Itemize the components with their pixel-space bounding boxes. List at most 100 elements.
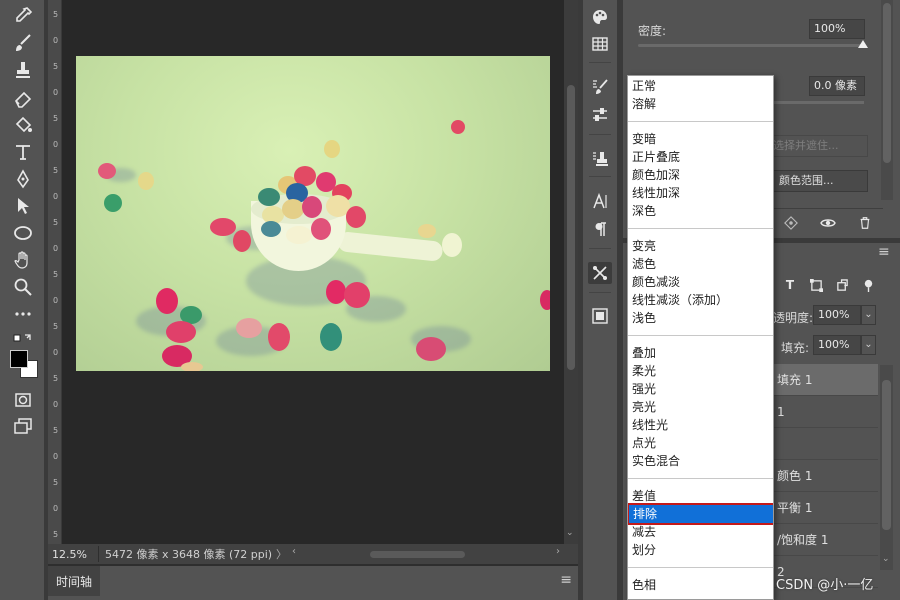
blend-mode-item[interactable]: 实色混合 — [628, 452, 773, 470]
density-slider[interactable] — [638, 44, 864, 47]
canvas-vertical-scrollbar[interactable]: ⌄ — [564, 0, 578, 544]
blend-mode-item[interactable]: 滤色 — [628, 255, 773, 273]
layer-filter-icons: T — [781, 276, 877, 294]
apply-mask-icon[interactable] — [781, 213, 801, 233]
vertical-ruler: 5 0 5 0 5 0 5 0 5 0 5 0 5 0 5 0 5 0 5 0 5 — [48, 0, 62, 544]
layer-row[interactable]: 颜色 1 — [773, 460, 878, 492]
selection-arrow-icon[interactable] — [10, 194, 36, 218]
properties-scroll-thumb[interactable] — [883, 3, 891, 163]
layer-row[interactable]: 填充 1 — [773, 364, 878, 396]
layer-row[interactable] — [773, 428, 878, 460]
layer-comps-icon[interactable] — [588, 305, 612, 327]
fill-input[interactable]: 100% — [813, 335, 861, 355]
select-and-mask-button[interactable]: 选择并遮住... — [766, 135, 868, 157]
type-icon[interactable] — [10, 140, 36, 164]
layers-menu-icon[interactable]: ≡ — [878, 244, 890, 260]
blend-mode-item[interactable]: 线性加深 — [628, 184, 773, 202]
eyedropper-icon[interactable] — [10, 4, 36, 28]
brush-settings-icon[interactable] — [588, 76, 612, 98]
character-icon[interactable] — [588, 190, 612, 212]
blend-mode-item[interactable]: 差值 — [628, 487, 773, 505]
color-range-button[interactable]: 颜色范围... — [766, 170, 868, 192]
vertical-scroll-thumb[interactable] — [567, 85, 575, 370]
color-palette-icon[interactable] — [588, 6, 612, 28]
smart-object-filter-icon[interactable] — [833, 276, 851, 294]
layer-row[interactable]: 1 — [773, 396, 878, 428]
opacity-input[interactable]: 100% — [813, 305, 861, 325]
brush-icon[interactable] — [10, 31, 36, 55]
layer-row[interactable]: /饱和度 1 — [773, 524, 878, 556]
swap-colors-icon[interactable] — [10, 332, 36, 346]
blend-mode-item[interactable]: 浅色 — [628, 309, 773, 327]
blend-mode-item[interactable]: 减去 — [628, 523, 773, 541]
blend-mode-item[interactable]: 叠加 — [628, 344, 773, 362]
clone-stamp-icon[interactable] — [10, 58, 36, 82]
blend-mode-item[interactable]: 划分 — [628, 541, 773, 559]
ruler-tick-label: 0 — [52, 88, 59, 97]
fill-label: 填充: — [781, 341, 810, 355]
shape-filter-icon[interactable] — [807, 276, 825, 294]
swatches-grid-icon[interactable] — [588, 33, 612, 55]
blend-mode-item[interactable]: 变亮 — [628, 237, 773, 255]
blend-mode-item[interactable]: 正片叠底 — [628, 148, 773, 166]
canvas-area[interactable] — [62, 0, 564, 544]
tab-timeline[interactable]: 时间轴 — [48, 566, 100, 596]
layers-scroll-thumb[interactable] — [882, 380, 891, 530]
blend-mode-item[interactable]: 颜色加深 — [628, 166, 773, 184]
blend-mode-dropdown[interactable]: 正常 溶解变暗 正片叠底 颜色加深 线性加深 深色变亮 滤色 颜色减淡 线性减淡（添加） 浅色叠加… — [627, 75, 774, 600]
blend-mode-item-selected[interactable]: 排除 — [628, 503, 773, 525]
blend-mode-item[interactable]: 强光 — [628, 380, 773, 398]
feather-slider[interactable] — [773, 101, 864, 104]
opacity-dropdown-arrow[interactable]: ⌄ — [861, 305, 876, 325]
clone-source-icon[interactable] — [588, 148, 612, 170]
blend-mode-item[interactable]: 正常 — [628, 77, 773, 95]
blend-mode-item[interactable]: 深色 — [628, 202, 773, 220]
filter-toggle-icon[interactable] — [859, 276, 877, 294]
blend-mode-item[interactable]: 颜色减淡 — [628, 273, 773, 291]
timeline-menu-icon[interactable]: ≡ — [560, 572, 572, 588]
blend-mode-item[interactable]: 亮光 — [628, 398, 773, 416]
blend-mode-item[interactable]: 线性光 — [628, 416, 773, 434]
scroll-left-arrow[interactable]: ‹ — [292, 546, 296, 557]
tools-panel — [0, 0, 44, 600]
hand-icon[interactable] — [10, 248, 36, 272]
blend-mode-item[interactable]: 点光 — [628, 434, 773, 452]
zoom-icon[interactable] — [10, 275, 36, 299]
screen-mode-icon[interactable] — [10, 414, 36, 438]
fill-dropdown-arrow[interactable]: ⌄ — [861, 335, 876, 355]
foreground-color-swatch[interactable] — [10, 350, 28, 368]
eraser-icon[interactable] — [10, 86, 36, 110]
color-swatches[interactable] — [10, 350, 40, 380]
paragraph-icon[interactable] — [588, 218, 612, 240]
density-input[interactable]: 100% — [809, 19, 865, 39]
status-more-arrow[interactable]: 〉 — [276, 546, 290, 562]
blend-mode-item[interactable]: 变暗 — [628, 130, 773, 148]
adjust-sliders-icon[interactable] — [588, 104, 612, 126]
eye-icon[interactable] — [818, 213, 838, 233]
ellipse-icon[interactable] — [10, 221, 36, 245]
canvas-horizontal-scrollbar[interactable]: ‹ › — [290, 546, 578, 560]
more-icon[interactable] — [10, 302, 36, 326]
tools-preset-icon[interactable] — [588, 262, 612, 284]
type-filter-icon[interactable]: T — [781, 276, 799, 294]
layers-scrollbar[interactable] — [880, 365, 893, 570]
blend-mode-item[interactable]: 色相 — [628, 576, 773, 594]
layer-row[interactable]: 平衡 1 — [773, 492, 878, 524]
layers-scroll-down-arrow[interactable]: ⌄ — [882, 554, 890, 564]
blend-mode-item[interactable]: 溶解 — [628, 95, 773, 113]
trash-icon[interactable] — [855, 213, 875, 233]
quick-mask-icon[interactable] — [10, 388, 36, 412]
properties-scrollbar[interactable] — [881, 0, 893, 200]
zoom-level[interactable]: 12.5% — [48, 548, 98, 561]
scroll-down-arrow[interactable]: ⌄ — [566, 528, 574, 538]
document-image[interactable] — [76, 56, 550, 371]
feather-input[interactable]: 0.0 像素 — [809, 76, 865, 96]
scroll-right-arrow[interactable]: › — [556, 546, 560, 557]
horizontal-scroll-thumb[interactable] — [370, 551, 465, 558]
ruler-tick-label: 0 — [52, 36, 59, 45]
blend-mode-item[interactable]: 柔光 — [628, 362, 773, 380]
pen-icon[interactable] — [10, 167, 36, 191]
density-slider-thumb[interactable] — [858, 40, 868, 48]
blend-mode-item[interactable]: 线性减淡（添加） — [628, 291, 773, 309]
paint-bucket-icon[interactable] — [10, 113, 36, 137]
